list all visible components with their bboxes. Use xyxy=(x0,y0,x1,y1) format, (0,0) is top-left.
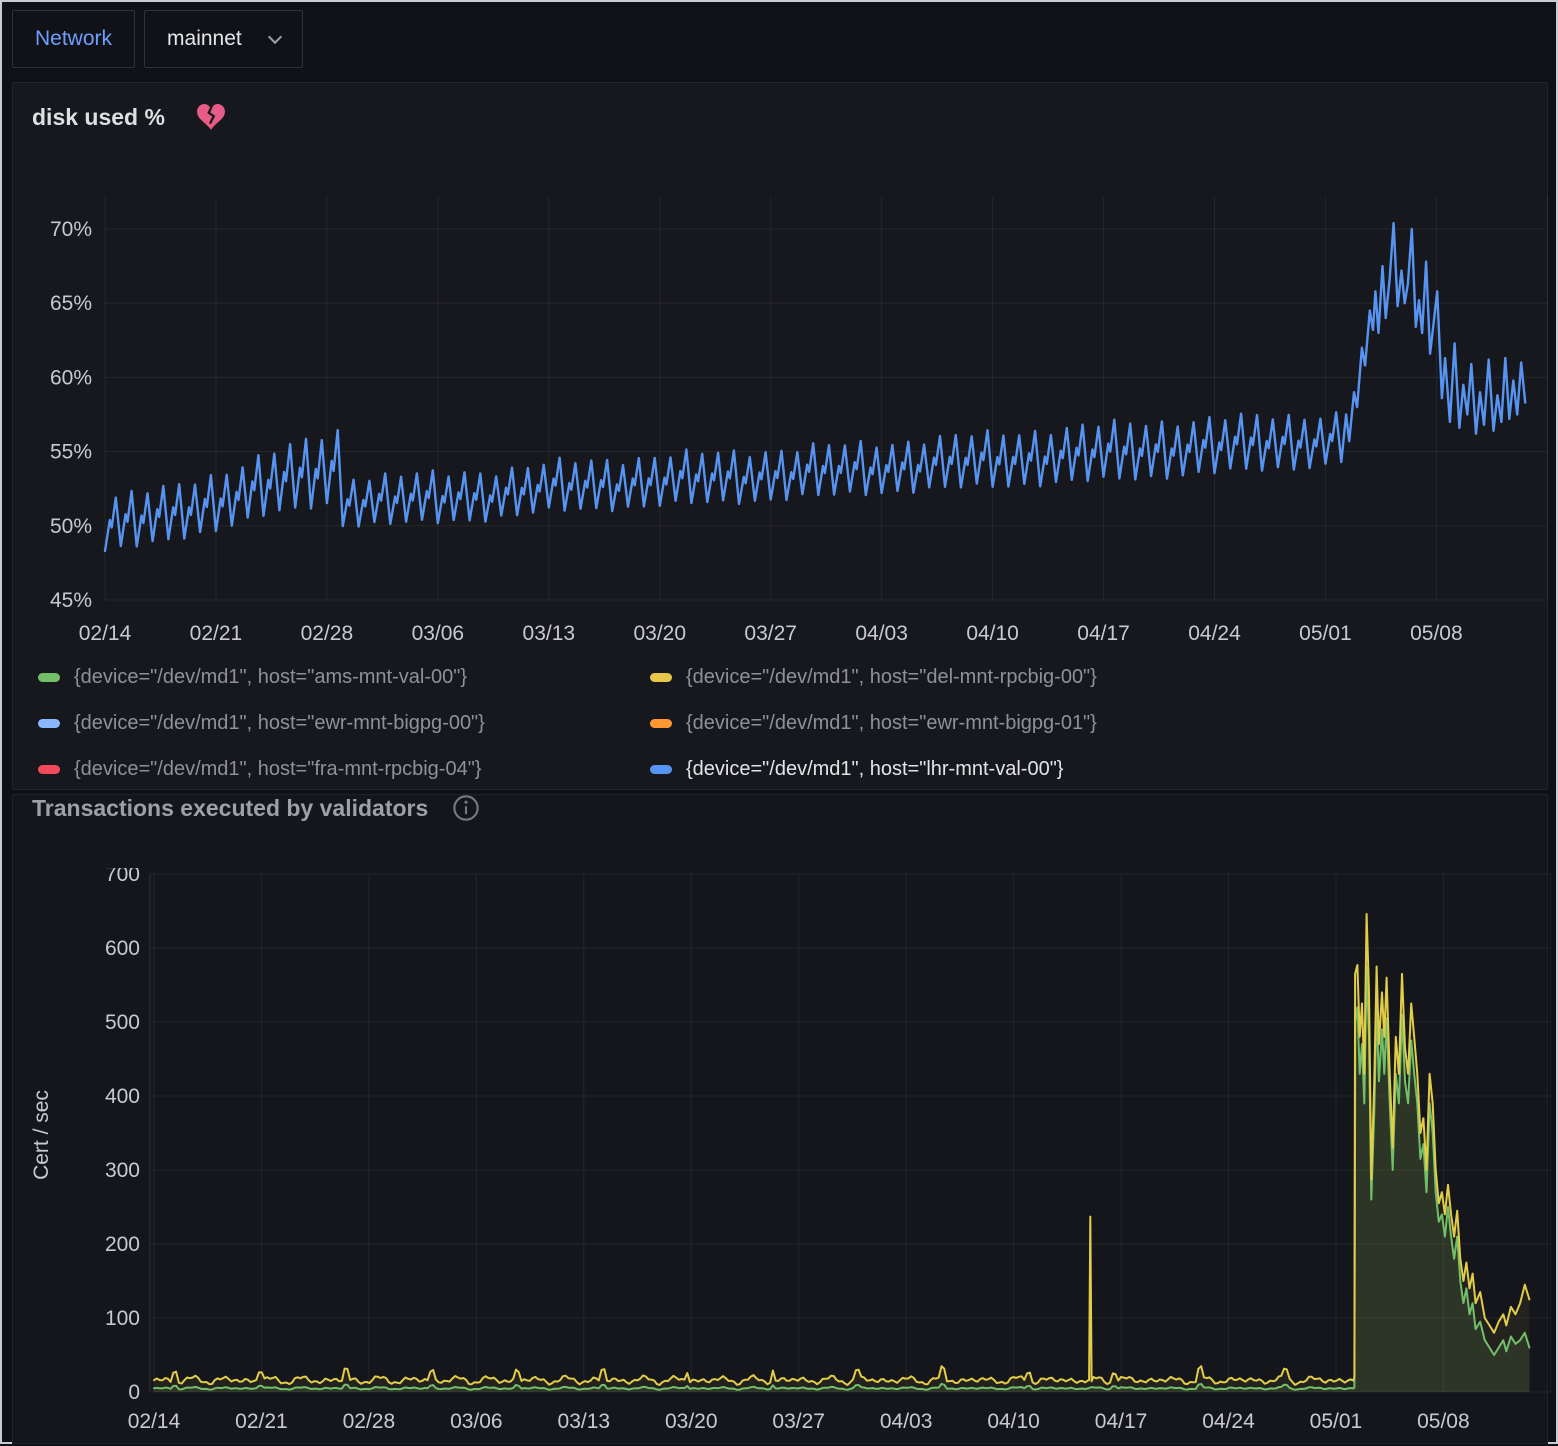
heart-break-icon xyxy=(197,104,225,131)
series-color-chip xyxy=(650,719,672,728)
legend-item-label: {device="/dev/md1", host="ewr-mnt-bigpg-… xyxy=(74,712,485,735)
svg-text:500: 500 xyxy=(105,1011,140,1034)
green-series-line xyxy=(154,967,1529,1390)
svg-text:50%: 50% xyxy=(50,515,92,538)
series-color-chip xyxy=(650,765,672,774)
svg-text:04/10: 04/10 xyxy=(966,622,1019,645)
svg-text:03/20: 03/20 xyxy=(633,622,686,645)
svg-text:04/03: 04/03 xyxy=(880,1410,933,1433)
legend-item-ewr-mnt-bigpg-00[interactable]: {device="/dev/md1", host="ewr-mnt-bigpg-… xyxy=(38,708,650,738)
series-color-chip xyxy=(650,673,672,682)
svg-text:02/14: 02/14 xyxy=(79,622,132,645)
y-axis-ticks: 0 100 200 300 400 500 600 700 xyxy=(105,868,140,1404)
network-variable-value: mainnet xyxy=(167,27,242,51)
network-variable-dropdown[interactable]: mainnet xyxy=(144,10,303,68)
network-variable-label-text: Network xyxy=(35,27,112,51)
svg-text:03/06: 03/06 xyxy=(450,1410,503,1433)
legend-item-del-mnt-rpcbig-00[interactable]: {device="/dev/md1", host="del-mnt-rpcbig… xyxy=(650,662,1097,692)
svg-text:02/28: 02/28 xyxy=(301,622,354,645)
dashboard-variables-bar: Network mainnet xyxy=(12,10,303,68)
x-axis-ticks: 02/14 02/21 02/28 03/06 03/13 03/20 03/27 04/03… xyxy=(128,1410,1470,1433)
legend-item-ams-mnt-val-00[interactable]: {device="/dev/md1", host="ams-mnt-val-00… xyxy=(38,662,650,692)
svg-text:03/13: 03/13 xyxy=(523,622,576,645)
legend-item-label: {device="/dev/md1", host="del-mnt-rpcbig… xyxy=(686,666,1097,689)
svg-text:05/08: 05/08 xyxy=(1410,622,1463,645)
transactions-panel-header: Transactions executed by validators xyxy=(32,794,480,822)
svg-text:45%: 45% xyxy=(50,589,92,612)
yellow-series-fill xyxy=(154,914,1529,1392)
x-axis-ticks: 02/14 02/21 02/28 03/06 03/13 03/20 03/27 04/03… xyxy=(79,622,1463,645)
svg-text:05/01: 05/01 xyxy=(1310,1410,1363,1433)
svg-text:02/21: 02/21 xyxy=(235,1410,288,1433)
green-series-fill xyxy=(154,967,1529,1393)
y-axis-ticks: 45% 50% 55% 60% 65% 70% xyxy=(50,218,92,612)
svg-text:0: 0 xyxy=(128,1381,140,1404)
disk-panel-title[interactable]: disk used % xyxy=(32,104,165,131)
svg-text:400: 400 xyxy=(105,1085,140,1108)
disk-chart-legend: {device="/dev/md1", host="ams-mnt-val-00… xyxy=(38,662,1097,784)
svg-text:300: 300 xyxy=(105,1159,140,1182)
svg-text:700: 700 xyxy=(105,868,140,886)
disk-series-line xyxy=(105,223,1525,551)
svg-text:03/20: 03/20 xyxy=(665,1410,718,1433)
svg-text:02/28: 02/28 xyxy=(343,1410,396,1433)
svg-text:03/13: 03/13 xyxy=(558,1410,611,1433)
svg-text:60%: 60% xyxy=(50,366,92,389)
transactions-panel-title[interactable]: Transactions executed by validators xyxy=(32,795,428,822)
svg-text:200: 200 xyxy=(105,1233,140,1256)
svg-text:100: 100 xyxy=(105,1307,140,1330)
legend-item-fra-mnt-rpcbig-04[interactable]: {device="/dev/md1", host="fra-mnt-rpcbig… xyxy=(38,754,650,784)
svg-text:70%: 70% xyxy=(50,218,92,241)
svg-text:05/08: 05/08 xyxy=(1417,1410,1470,1433)
grafana-dashboard: { "header": { "network_label": "Network"… xyxy=(0,0,1558,1444)
svg-text:04/17: 04/17 xyxy=(1095,1410,1148,1433)
svg-text:03/06: 03/06 xyxy=(412,622,465,645)
svg-text:04/24: 04/24 xyxy=(1202,1410,1255,1433)
svg-text:05/01: 05/01 xyxy=(1299,622,1352,645)
gridlines xyxy=(150,874,1551,1392)
series-color-chip xyxy=(38,765,60,774)
gridlines xyxy=(105,197,1547,600)
svg-text:03/27: 03/27 xyxy=(772,1410,825,1433)
legend-item-label: {device="/dev/md1", host="fra-mnt-rpcbig… xyxy=(74,758,482,781)
svg-text:04/10: 04/10 xyxy=(987,1410,1040,1433)
legend-item-label: {device="/dev/md1", host="lhr-mnt-val-00… xyxy=(686,758,1063,781)
legend-item-ewr-mnt-bigpg-01[interactable]: {device="/dev/md1", host="ewr-mnt-bigpg-… xyxy=(650,708,1097,738)
svg-text:03/27: 03/27 xyxy=(744,622,797,645)
disk-used-chart[interactable]: 45% 50% 55% 60% 65% 70% 02/14 02/21 02/28 03/06 03… xyxy=(2,188,1558,650)
chevron-down-icon xyxy=(268,29,282,43)
svg-text:600: 600 xyxy=(105,937,140,960)
svg-text:04/03: 04/03 xyxy=(855,622,908,645)
legend-item-lhr-mnt-val-00[interactable]: {device="/dev/md1", host="lhr-mnt-val-00… xyxy=(650,754,1097,784)
svg-text:04/17: 04/17 xyxy=(1077,622,1130,645)
svg-text:55%: 55% xyxy=(50,441,92,464)
info-circle-icon[interactable] xyxy=(452,794,480,822)
series-color-chip xyxy=(38,719,60,728)
svg-text:65%: 65% xyxy=(50,292,92,315)
legend-item-label: {device="/dev/md1", host="ewr-mnt-bigpg-… xyxy=(686,712,1097,735)
series-color-chip xyxy=(38,673,60,682)
svg-text:04/24: 04/24 xyxy=(1188,622,1241,645)
yellow-series-line xyxy=(154,914,1529,1385)
transactions-chart[interactable]: 0 100 200 300 400 500 600 700 02/14 02/21 02/28 03/… xyxy=(2,868,1558,1446)
svg-text:02/14: 02/14 xyxy=(128,1410,181,1433)
svg-text:02/21: 02/21 xyxy=(190,622,243,645)
network-variable-label: Network xyxy=(12,10,135,68)
legend-item-label: {device="/dev/md1", host="ams-mnt-val-00… xyxy=(74,666,467,689)
disk-panel-header: disk used % xyxy=(32,104,225,131)
